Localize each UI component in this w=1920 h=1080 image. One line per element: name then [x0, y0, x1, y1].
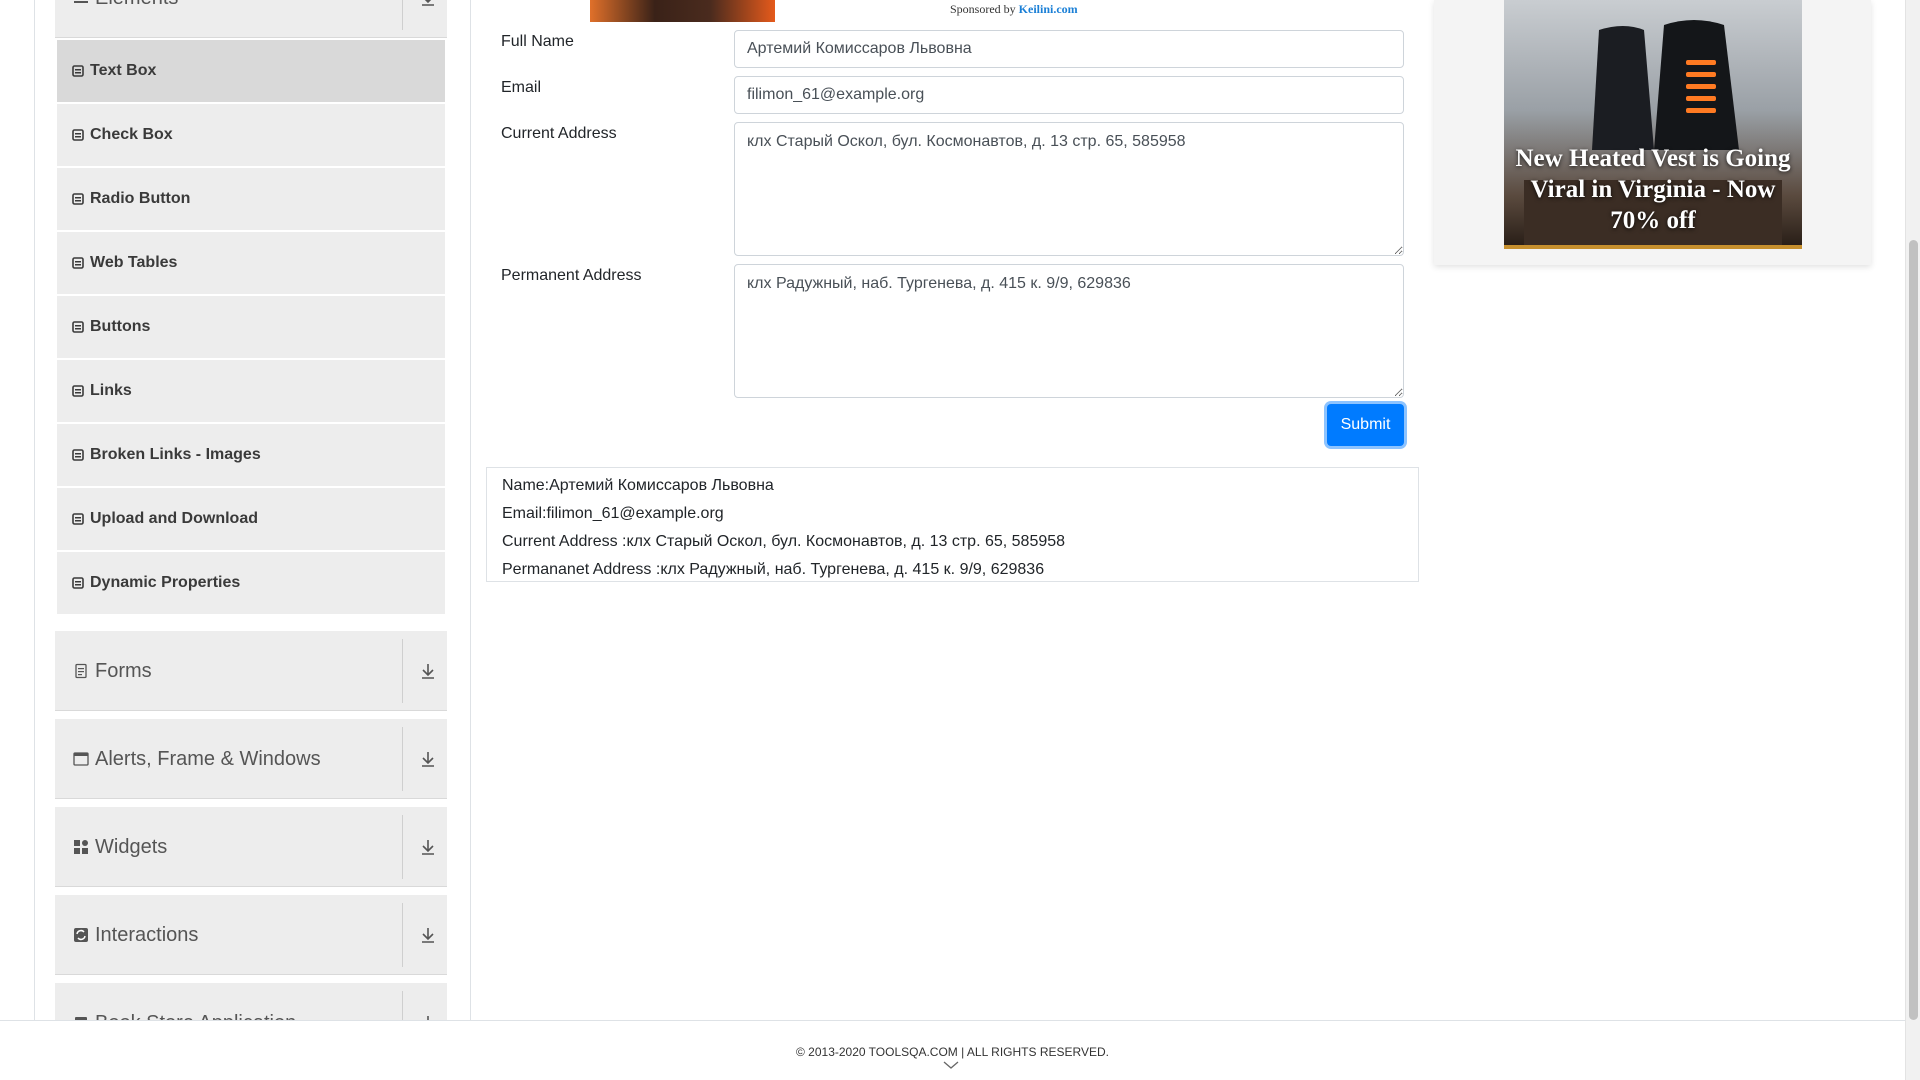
- ad-banner-image[interactable]: [590, 0, 775, 22]
- left-divider: [34, 0, 35, 1020]
- group-label-interactions: Interactions: [95, 923, 199, 946]
- permanent-address-label: Permanent Address: [501, 267, 642, 284]
- footer: © 2013-2020 TOOLSQA.COM | ALL RIGHTS RES…: [0, 1020, 1905, 1080]
- output-current-address: Current Address :клх Старый Оскол, бул. …: [502, 533, 1066, 550]
- sidebar-item-web-tables[interactable]: Web Tables: [57, 232, 445, 294]
- ad-card[interactable]: New Heated Vest is Going Viral in Virgin…: [1504, 0, 1802, 249]
- sidebar-item-links[interactable]: Links: [57, 360, 445, 422]
- scrollbar-thumb[interactable]: [1909, 240, 1918, 1020]
- content-divider: [470, 0, 471, 1020]
- email-input[interactable]: [734, 76, 1404, 114]
- document-icon: [75, 663, 87, 679]
- sidebar-item-label: Buttons: [90, 318, 151, 335]
- sponsor-link[interactable]: Keilini.com: [1019, 2, 1078, 16]
- group-header-book-store[interactable]: Book Store Application: [55, 983, 447, 1020]
- interactions-icon: [74, 928, 88, 942]
- full-name-input[interactable]: [734, 30, 1404, 68]
- list-item-icon: [72, 65, 84, 77]
- output-name: Name:Артемий Комиссаров Львовна: [502, 477, 774, 494]
- group-header-widgets[interactable]: Widgets: [55, 807, 447, 887]
- download-arrow-icon[interactable]: [418, 0, 438, 8]
- sidebar-item-upload-download[interactable]: Upload and Download: [57, 488, 445, 550]
- sidebar-item-label: Upload and Download: [90, 510, 258, 527]
- email-label: Email: [501, 79, 542, 96]
- group-header-elements[interactable]: Elements: [55, 0, 447, 38]
- chevron-down-icon[interactable]: [942, 1060, 960, 1070]
- sponsored-by: Sponsored by Keilini.com: [950, 2, 1078, 16]
- page-scrollbar[interactable]: [1905, 0, 1920, 1080]
- window-icon: [73, 752, 89, 766]
- download-arrow-icon[interactable]: [418, 749, 438, 769]
- group-label-elements: Elements: [95, 0, 178, 10]
- download-arrow-icon[interactable]: [418, 661, 438, 681]
- sidebar: Elements Text Box Check Box Radio Button…: [55, 0, 447, 1020]
- current-address-textarea[interactable]: клх Старый Оскол, бул. Космонавтов, д. 1…: [734, 122, 1404, 256]
- sidebar-item-broken-links[interactable]: Broken Links - Images: [57, 424, 445, 486]
- widgets-icon: [74, 840, 88, 854]
- sidebar-item-check-box[interactable]: Check Box: [57, 104, 445, 166]
- list-item-icon: [72, 257, 84, 269]
- list-item-icon: [72, 385, 84, 397]
- sidebar-item-dynamic-properties[interactable]: Dynamic Properties: [57, 552, 445, 614]
- sidebar-item-buttons[interactable]: Buttons: [57, 296, 445, 358]
- sidebar-item-label: Web Tables: [90, 254, 178, 271]
- group-header-interactions[interactable]: Interactions: [55, 895, 447, 975]
- group-label-alerts: Alerts, Frame & Windows: [95, 747, 321, 770]
- ad-headline: New Heated Vest is Going Viral in Virgin…: [1515, 145, 1791, 234]
- group-label-widgets: Widgets: [95, 835, 168, 858]
- download-arrow-icon[interactable]: [418, 1013, 438, 1020]
- group-header-forms[interactable]: Forms: [55, 631, 447, 711]
- right-ad-container: New Heated Vest is Going Viral in Virgin…: [1434, 0, 1871, 265]
- sidebar-item-label: Radio Button: [90, 190, 191, 207]
- sidebar-item-label: Text Box: [90, 62, 157, 79]
- current-address-label: Current Address: [501, 125, 617, 142]
- output-email: Email:filimon_61@example.org: [502, 505, 724, 522]
- list-item-icon: [72, 129, 84, 141]
- list-item-icon: [72, 449, 84, 461]
- menu-icon: [74, 1, 88, 3]
- download-arrow-icon[interactable]: [418, 925, 438, 945]
- footer-copyright: © 2013-2020 TOOLSQA.COM | ALL RIGHTS RES…: [796, 1045, 1109, 1059]
- output-panel: Name:Артемий Комиссаров Львовна Email:fi…: [486, 467, 1419, 582]
- output-permanent-address: Permananet Address :клх Радужный, наб. Т…: [502, 561, 1045, 578]
- list-item-icon: [72, 193, 84, 205]
- list-item-icon: [72, 513, 84, 525]
- list-item-icon: [72, 321, 84, 333]
- sidebar-item-label: Dynamic Properties: [90, 574, 241, 591]
- group-label-book-store: Book Store Application: [95, 1012, 296, 1021]
- sidebar-item-radio-button[interactable]: Radio Button: [57, 168, 445, 230]
- sidebar-item-label: Broken Links - Images: [90, 446, 261, 463]
- group-header-alerts[interactable]: Alerts, Frame & Windows: [55, 719, 447, 799]
- sidebar-item-label: Links: [90, 382, 132, 399]
- sidebar-item-label: Check Box: [90, 126, 173, 143]
- download-arrow-icon[interactable]: [418, 837, 438, 857]
- full-name-label: Full Name: [501, 33, 574, 50]
- sidebar-item-text-box[interactable]: Text Box: [57, 40, 445, 102]
- group-label-forms: Forms: [95, 659, 152, 682]
- permanent-address-textarea[interactable]: клх Радужный, наб. Тургенева, д. 415 к. …: [734, 264, 1404, 398]
- submit-button[interactable]: Submit: [1327, 404, 1404, 446]
- list-item-icon: [72, 577, 84, 589]
